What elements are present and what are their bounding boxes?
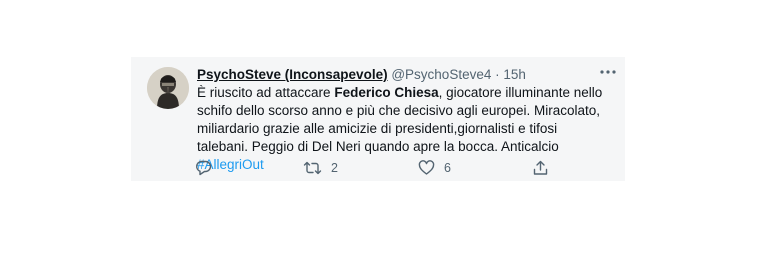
like-count: 6 (444, 161, 451, 175)
retweet-icon (303, 160, 322, 176)
tweet-text-part: È riuscito ad attaccare (197, 85, 335, 100)
share-button[interactable] (532, 160, 549, 176)
like-icon (418, 160, 435, 176)
separator-dot: · (495, 67, 500, 82)
more-icon[interactable] (598, 65, 618, 79)
user-handle[interactable]: @PsychoSteve4 (391, 67, 491, 82)
tweet-header: PsychoSteve (Inconsapevole) @PsychoSteve… (197, 66, 526, 83)
reply-icon (195, 160, 212, 176)
display-name[interactable]: PsychoSteve (Inconsapevole) (197, 67, 388, 82)
tweet-timestamp[interactable]: 15h (503, 67, 526, 82)
share-icon (532, 160, 549, 176)
mention-bold-text: Federico Chiesa (334, 85, 439, 100)
avatar[interactable] (147, 67, 189, 109)
like-button[interactable]: 6 (418, 160, 451, 176)
retweet-button[interactable]: 2 (303, 160, 338, 176)
reply-button[interactable] (195, 160, 212, 176)
retweet-count: 2 (331, 161, 338, 175)
